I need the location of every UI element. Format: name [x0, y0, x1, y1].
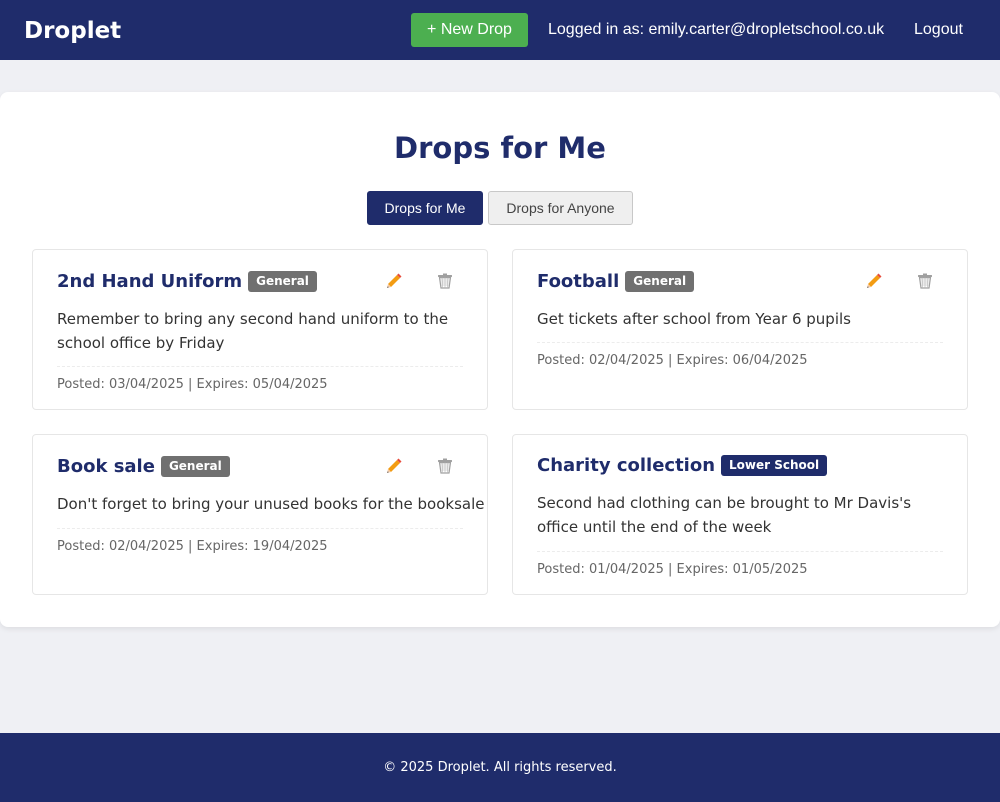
brand-logo[interactable]: Droplet: [24, 16, 121, 46]
drop-card: Book sale General Don't forget to bring y…: [32, 434, 488, 595]
drop-card: 2nd Hand Uniform General Remember to brin…: [32, 249, 488, 410]
drop-dates: Posted: 03/04/2025 | Expires: 05/04/2025: [57, 377, 328, 392]
trash-icon[interactable]: [436, 272, 454, 290]
drop-card: Football General Get tickets after school…: [512, 249, 968, 410]
page-title: Drops for Me: [394, 131, 606, 165]
logout-link[interactable]: Logout: [914, 20, 963, 40]
new-drop-button[interactable]: + New Drop: [411, 13, 528, 47]
drop-description: Remember to bring any second hand unifor…: [57, 310, 449, 352]
drop-title-row: Football General: [537, 270, 695, 294]
card-divider: [57, 528, 463, 529]
card-divider: [57, 366, 463, 367]
drop-dates: Posted: 02/04/2025 | Expires: 19/04/2025: [57, 539, 328, 554]
category-badge: General: [625, 270, 695, 292]
tab-drops-for-me[interactable]: Drops for Me: [367, 191, 483, 225]
drop-title: Book sale: [57, 456, 155, 477]
copyright-text: © 2025 Droplet. All rights reserved.: [383, 760, 617, 775]
tab-drops-for-anyone[interactable]: Drops for Anyone: [488, 191, 633, 225]
footer: © 2025 Droplet. All rights reserved.: [0, 733, 1000, 802]
drop-title-row: 2nd Hand Uniform General: [57, 270, 317, 294]
drop-title: 2nd Hand Uniform: [57, 271, 243, 292]
category-badge: General: [160, 455, 230, 477]
drop-title-row: Book sale General: [57, 455, 230, 479]
card-divider: [537, 551, 943, 552]
category-badge: Lower School: [721, 454, 828, 476]
card-divider: [537, 342, 943, 343]
category-badge: General: [248, 270, 317, 292]
drop-card: Charity collection Lower School Second ha…: [512, 434, 968, 595]
drop-description: Second had clothing can be brought to Mr…: [537, 494, 912, 536]
drop-description: Don't forget to bring your unused books …: [57, 495, 485, 513]
trash-icon[interactable]: [916, 272, 934, 290]
drop-title: Football: [537, 271, 620, 292]
pencil-icon[interactable]: [385, 272, 403, 290]
drop-description: Get tickets after school from Year 6 pup…: [537, 310, 851, 328]
pencil-icon[interactable]: [385, 457, 403, 475]
logged-in-status: Logged in as: emily.carter@dropletschool…: [548, 21, 885, 38]
drop-dates: Posted: 01/04/2025 | Expires: 01/05/2025: [537, 562, 808, 577]
drop-dates: Posted: 02/04/2025 | Expires: 06/04/2025: [537, 353, 808, 368]
drop-title-row: Charity collection Lower School: [537, 454, 828, 478]
pencil-icon[interactable]: [865, 272, 883, 290]
top-navbar: Droplet + New Drop Logged in as: emily.c…: [0, 0, 1000, 60]
trash-icon[interactable]: [436, 457, 454, 475]
drop-title: Charity collection: [537, 455, 716, 476]
